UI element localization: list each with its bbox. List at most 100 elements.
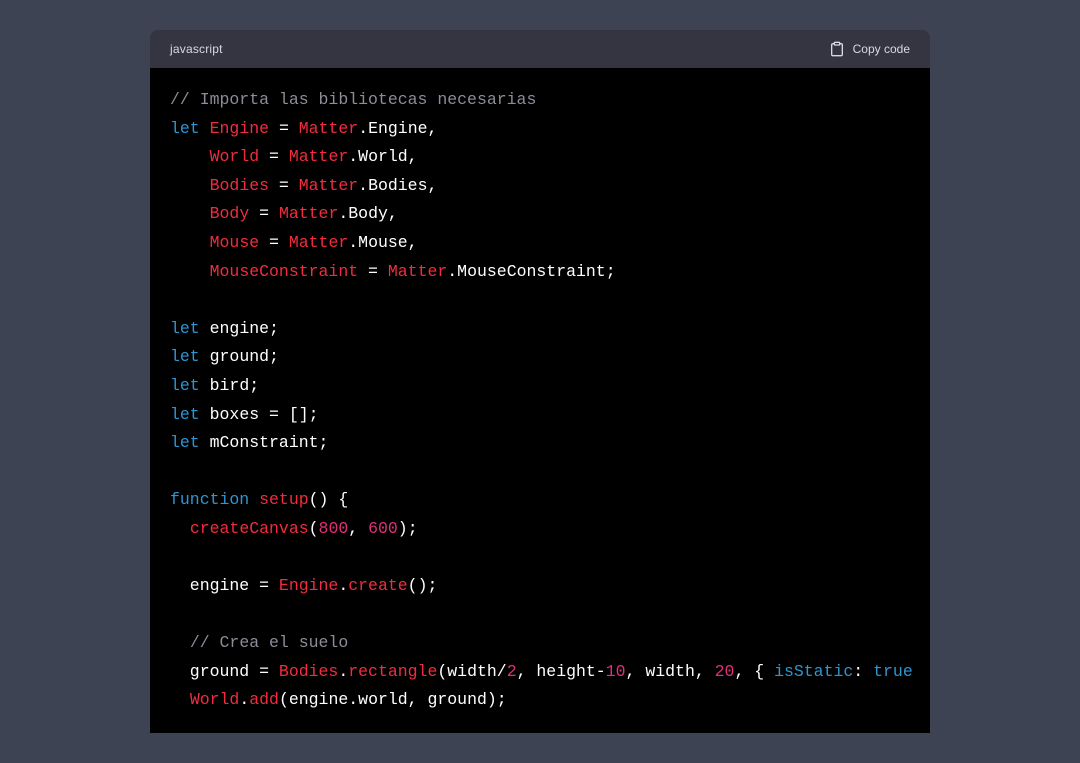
code-token: . xyxy=(239,690,249,709)
copy-code-label: Copy code xyxy=(853,42,910,56)
code-token: setup xyxy=(259,490,309,509)
code-token: Matter xyxy=(299,119,358,138)
code-token: // Importa las bibliotecas necesarias xyxy=(170,90,536,109)
code-token: .Engine, xyxy=(358,119,437,138)
code-token: . xyxy=(338,662,348,681)
code-token: Matter xyxy=(289,147,348,166)
code-token: , xyxy=(348,519,368,538)
code-token: .Mouse, xyxy=(348,233,417,252)
code-token: Engine xyxy=(210,119,269,138)
code-token: (engine.world, ground); xyxy=(279,690,507,709)
code-line: ground = Bodies.rectangle(width/2, heigh… xyxy=(170,658,910,687)
code-line: Body = Matter.Body, xyxy=(170,200,910,229)
code-token xyxy=(170,262,210,281)
code-token: // Crea el suelo xyxy=(190,633,348,652)
code-line: Mouse = Matter.Mouse, xyxy=(170,229,910,258)
code-line: function setup() { xyxy=(170,486,910,515)
code-line xyxy=(170,286,910,315)
code-token: .World, xyxy=(348,147,417,166)
code-line: let ground; xyxy=(170,343,910,372)
code-token: ( xyxy=(309,519,319,538)
page-background: javascript Copy code // Importa las bibl… xyxy=(0,30,1080,733)
code-token: mConstraint; xyxy=(200,433,329,452)
code-token: createCanvas xyxy=(190,519,309,538)
code-token: true xyxy=(873,662,913,681)
code-token: bird; xyxy=(200,376,259,395)
code-token: 600 xyxy=(368,519,398,538)
code-line: World = Matter.World, xyxy=(170,143,910,172)
code-token: let xyxy=(170,119,200,138)
code-line: let boxes = []; xyxy=(170,401,910,430)
code-token: Mouse xyxy=(210,233,260,252)
code-token: = xyxy=(269,119,299,138)
code-token: Bodies xyxy=(210,176,269,195)
code-token: boxes = []; xyxy=(200,405,319,424)
code-token: Matter xyxy=(279,204,338,223)
code-token: 800 xyxy=(319,519,349,538)
code-line: let mConstraint; xyxy=(170,429,910,458)
code-token xyxy=(170,519,190,538)
language-label: javascript xyxy=(170,42,223,56)
code-token: Matter xyxy=(388,262,447,281)
code-token: 10 xyxy=(606,662,626,681)
copy-code-button[interactable]: Copy code xyxy=(829,41,910,57)
code-token: 2 xyxy=(507,662,517,681)
code-token: Bodies xyxy=(279,662,338,681)
code-line: createCanvas(800, 600); xyxy=(170,515,910,544)
code-token: add xyxy=(249,690,279,709)
code-token: ground = xyxy=(170,662,279,681)
code-token: (); xyxy=(408,576,438,595)
code-line: engine = Engine.create(); xyxy=(170,572,910,601)
code-token xyxy=(170,633,190,652)
code-line: let bird; xyxy=(170,372,910,401)
code-line: let Engine = Matter.Engine, xyxy=(170,115,910,144)
code-token xyxy=(170,233,210,252)
code-token: engine = xyxy=(170,576,279,595)
code-token: let xyxy=(170,433,200,452)
code-line: Bodies = Matter.Bodies, xyxy=(170,172,910,201)
code-token xyxy=(170,176,210,195)
code-token: function xyxy=(170,490,249,509)
code-token: let xyxy=(170,319,200,338)
code-token xyxy=(170,690,190,709)
code-token xyxy=(200,119,210,138)
code-block-header: javascript Copy code xyxy=(150,30,930,68)
code-content: // Importa las bibliotecas necesarias let… xyxy=(150,68,930,733)
code-token: (width/ xyxy=(437,662,506,681)
code-token: .Body, xyxy=(338,204,397,223)
code-token: = xyxy=(259,147,289,166)
code-token: isStatic xyxy=(774,662,853,681)
code-token: .MouseConstraint; xyxy=(447,262,615,281)
code-line xyxy=(170,601,910,630)
code-line: MouseConstraint = Matter.MouseConstraint… xyxy=(170,258,910,287)
code-token: = xyxy=(269,176,299,195)
code-token: let xyxy=(170,405,200,424)
code-token: .Bodies, xyxy=(358,176,437,195)
code-token: = xyxy=(249,204,279,223)
code-token: ); xyxy=(398,519,418,538)
code-token: rectangle xyxy=(348,662,437,681)
code-token: create xyxy=(348,576,407,595)
code-token xyxy=(170,204,210,223)
code-line xyxy=(170,544,910,573)
code-token: , width, xyxy=(626,662,715,681)
code-line: World.add(engine.world, ground); xyxy=(170,686,910,715)
code-line xyxy=(170,458,910,487)
code-token xyxy=(170,147,210,166)
code-token: Body xyxy=(210,204,250,223)
code-token: let xyxy=(170,347,200,366)
code-token: , height- xyxy=(517,662,606,681)
code-token: 20 xyxy=(715,662,735,681)
code-block: javascript Copy code // Importa las bibl… xyxy=(150,30,930,733)
code-token: World xyxy=(210,147,260,166)
clipboard-icon xyxy=(829,41,845,57)
code-token: World xyxy=(190,690,240,709)
code-token xyxy=(249,490,259,509)
code-token: . xyxy=(338,576,348,595)
code-token: () { xyxy=(309,490,349,509)
code-token: , { xyxy=(734,662,774,681)
code-token: Engine xyxy=(279,576,338,595)
code-token: ground; xyxy=(200,347,279,366)
code-token: Matter xyxy=(299,176,358,195)
code-token: Matter xyxy=(289,233,348,252)
